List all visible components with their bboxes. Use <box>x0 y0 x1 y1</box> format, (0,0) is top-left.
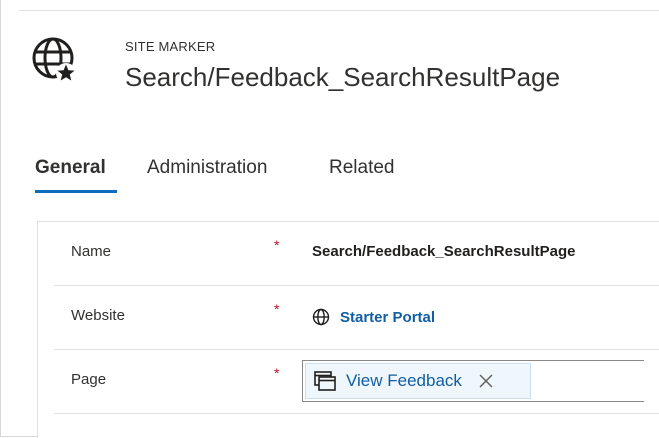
name-label: Name <box>71 243 112 260</box>
globe-marker-icon <box>32 37 76 83</box>
top-divider <box>19 10 659 11</box>
globe-icon <box>312 308 330 326</box>
page-row: Page * View Feedback <box>54 350 659 414</box>
required-marker: * <box>274 365 280 381</box>
tab-related[interactable]: Related <box>329 157 395 179</box>
page-lookup-tag[interactable]: View Feedback <box>305 363 531 399</box>
page-lookup-field[interactable]: View Feedback <box>302 360 644 402</box>
tab-administration[interactable]: Administration <box>147 157 267 179</box>
required-marker: * <box>274 301 280 317</box>
general-section: Name * Search/Feedback_SearchResultPage … <box>37 221 659 438</box>
entity-type-label: SITE MARKER <box>125 39 216 54</box>
page-value[interactable]: View Feedback <box>346 371 462 391</box>
website-row: Website * Starter Portal <box>54 286 659 350</box>
website-lookup-link[interactable]: Starter Portal <box>312 305 435 329</box>
tab-general[interactable]: General <box>35 157 106 179</box>
page-label: Page <box>71 371 107 388</box>
page-title: Search/Feedback_SearchResultPage <box>125 62 561 92</box>
required-marker: * <box>274 237 280 253</box>
close-icon[interactable] <box>476 371 496 391</box>
name-field[interactable]: Search/Feedback_SearchResultPage <box>312 243 575 260</box>
form-frame: SITE MARKER Search/Feedback_SearchResult… <box>0 0 659 438</box>
website-label: Website <box>71 307 125 324</box>
name-row: Name * Search/Feedback_SearchResultPage <box>54 222 659 286</box>
website-value[interactable]: Starter Portal <box>340 309 435 326</box>
web-page-icon <box>314 371 336 391</box>
active-tab-indicator <box>35 190 117 193</box>
